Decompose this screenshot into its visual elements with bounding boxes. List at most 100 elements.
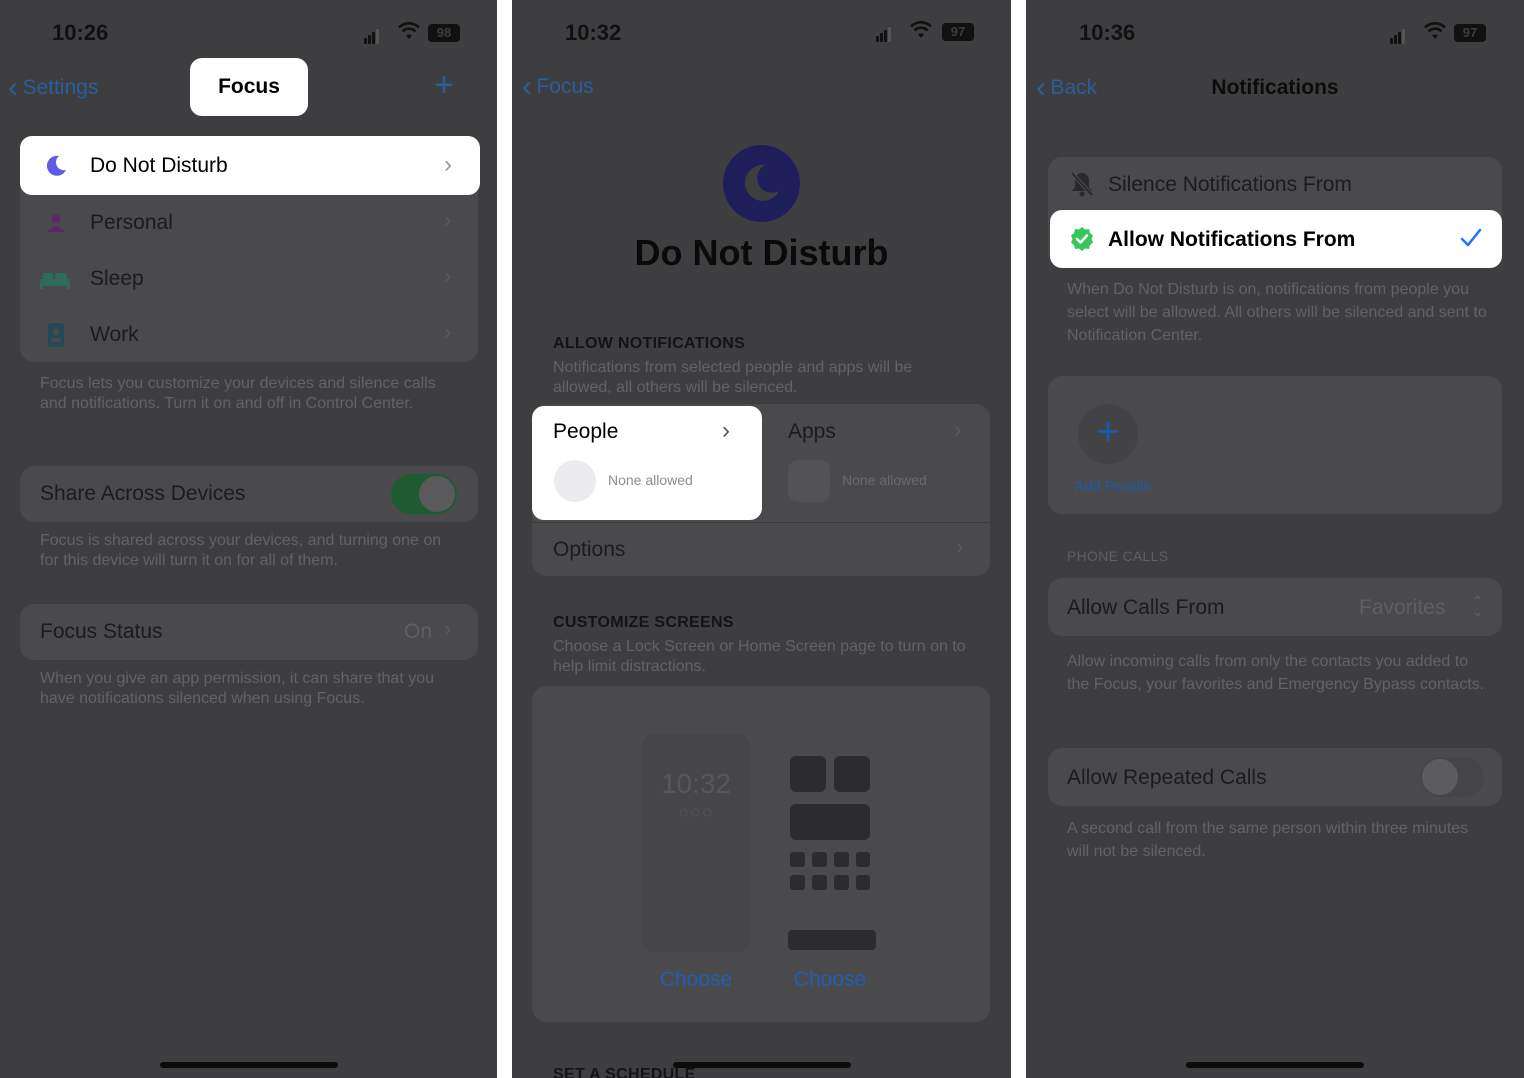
- toggle-knob: [1422, 759, 1458, 795]
- choose-lock-screen-button[interactable]: Choose: [642, 968, 750, 992]
- home-indicator: [160, 1062, 338, 1068]
- chevron-right-icon: ›: [444, 207, 452, 232]
- checkmark-icon: [1460, 228, 1482, 253]
- apps-label: Apps: [788, 420, 836, 443]
- app-grid-placeholder: [790, 852, 870, 892]
- focus-mode-sleep[interactable]: Sleep ›: [20, 251, 478, 307]
- allow-calls-from-row[interactable]: Allow Calls From Favorites ⌃ ⌄: [1048, 578, 1502, 636]
- mode-label: Work: [90, 323, 139, 346]
- back-label: Focus: [536, 75, 594, 98]
- repeated-desc: A second call from the same person withi…: [1067, 820, 1469, 860]
- status-label: Focus Status: [40, 620, 163, 643]
- lock-preview-time: 10:32: [660, 768, 732, 799]
- page-title: Do Not Disturb: [634, 232, 889, 273]
- avatar: [554, 460, 596, 502]
- moon-icon: [44, 154, 68, 183]
- cellular-signal-icon: [1390, 26, 1406, 44]
- chevron-left-icon: ‹: [522, 70, 532, 103]
- plus-icon[interactable]: +: [434, 68, 454, 102]
- focus-mode-personal[interactable]: Personal ›: [20, 195, 478, 251]
- bell-slash-icon: [1070, 171, 1094, 202]
- mode-label: Sleep: [90, 267, 144, 290]
- page-title: Notifications: [1211, 76, 1339, 99]
- id-badge-icon: [48, 323, 64, 352]
- focus-mode-work[interactable]: Work ›: [20, 307, 478, 363]
- dock-placeholder: [788, 930, 876, 950]
- apps-tile[interactable]: Apps › None allowed: [768, 406, 990, 520]
- person-icon: [46, 213, 66, 238]
- customize-screens-card: 10:32 ○○○ Choose Choose: [532, 686, 990, 1022]
- chevron-right-icon: ›: [956, 534, 964, 559]
- modes-footer: Focus lets you customize your devices an…: [40, 375, 436, 412]
- allow-notifications-row[interactable]: Allow Notifications From: [1050, 210, 1502, 268]
- chevron-right-icon: ›: [444, 616, 452, 641]
- allow-repeated-calls-row: Allow Repeated Calls: [1048, 748, 1502, 806]
- share-label: Share Across Devices: [40, 482, 246, 505]
- chevron-right-icon: ›: [444, 263, 452, 288]
- silence-label: Silence Notifications From: [1108, 173, 1352, 196]
- home-indicator: [673, 1062, 851, 1068]
- chevron-updown-icon: ⌃ ⌄: [1472, 593, 1484, 619]
- mode-label: Do Not Disturb: [90, 154, 228, 177]
- people-tile[interactable]: People › None allowed: [532, 406, 762, 520]
- checkmark-seal-icon: [1070, 227, 1094, 256]
- cellular-signal-icon: [876, 24, 892, 42]
- options-row[interactable]: Options ›: [532, 524, 990, 576]
- share-footer: Focus is shared across your devices, and…: [40, 532, 442, 569]
- status-value: On: [404, 620, 433, 643]
- customize-screens-header: CUSTOMIZE SCREENS: [553, 614, 734, 631]
- share-across-devices-row: Share Across Devices: [20, 466, 478, 522]
- people-card: + Add People: [1048, 376, 1502, 514]
- options-label: Options: [553, 538, 626, 561]
- do-not-disturb-screen: 10:32 97 ‹ Focus Do Not Disturb ALLOW NO…: [512, 0, 1011, 1078]
- chevron-left-icon: ‹: [8, 71, 18, 104]
- app-placeholder-icon: [790, 756, 826, 792]
- app-placeholder-icon: [788, 460, 830, 502]
- status-footer: When you give an app permission, it can …: [40, 670, 434, 707]
- focus-mode-do-not-disturb[interactable]: Do Not Disturb ›: [20, 136, 480, 195]
- share-toggle[interactable]: [391, 474, 457, 514]
- wifi-icon: [1424, 22, 1446, 45]
- back-label: Settings: [22, 76, 99, 99]
- battery-icon: 97: [942, 23, 974, 41]
- silence-notifications-row[interactable]: Silence Notifications From: [1048, 157, 1502, 211]
- back-button[interactable]: ‹ Focus: [522, 70, 594, 103]
- notifications-screen: 10:36 97 ‹ Back Notifications Silence No…: [1026, 0, 1524, 1078]
- apps-value: None allowed: [842, 472, 927, 488]
- chevron-right-icon: ›: [444, 151, 452, 178]
- cellular-signal-icon: [364, 26, 380, 44]
- chevron-right-icon: ›: [722, 417, 730, 444]
- people-label: People: [553, 420, 619, 443]
- calls-from-label: Allow Calls From: [1067, 596, 1225, 619]
- battery-icon: 98: [428, 24, 460, 42]
- add-people-label[interactable]: Add People: [1074, 478, 1152, 495]
- customize-screens-desc: Choose a Lock Screen or Home Screen page…: [553, 638, 966, 675]
- status-time: 10:36: [1079, 20, 1136, 45]
- repeated-calls-toggle[interactable]: [1420, 757, 1484, 797]
- moon-icon: [723, 145, 800, 222]
- back-button[interactable]: ‹ Settings: [8, 71, 99, 104]
- people-value: None allowed: [608, 472, 693, 488]
- bed-icon: [40, 271, 70, 294]
- allow-notifications-desc: When Do Not Disturb is on, notifications…: [1067, 281, 1487, 344]
- lock-screen-preview[interactable]: 10:32 ○○○: [642, 734, 750, 952]
- focus-settings-screen: 10:26 98 ‹ Settings Focus + Do Not Distu…: [0, 0, 497, 1078]
- wifi-icon: [398, 22, 420, 45]
- focus-status-row[interactable]: Focus Status On ›: [20, 604, 478, 660]
- chevron-right-icon: ›: [444, 319, 452, 344]
- home-indicator: [1186, 1062, 1364, 1068]
- add-people-button[interactable]: +: [1078, 404, 1138, 464]
- choose-home-screen-button[interactable]: Choose: [778, 968, 882, 992]
- phone-calls-header: PHONE CALLS: [1067, 548, 1169, 564]
- page-title: Focus: [190, 58, 308, 116]
- calls-desc: Allow incoming calls from only the conta…: [1067, 653, 1485, 693]
- battery-icon: 97: [1454, 24, 1486, 42]
- home-screen-preview[interactable]: [782, 734, 878, 952]
- app-placeholder-icon: [834, 756, 870, 792]
- calls-from-value: Favorites: [1359, 596, 1446, 619]
- wifi-icon: [910, 21, 932, 44]
- toggle-knob: [419, 476, 455, 512]
- status-time: 10:32: [565, 20, 622, 45]
- plus-icon: +: [1096, 410, 1120, 454]
- widget-dots-icon: ○○○: [678, 802, 714, 822]
